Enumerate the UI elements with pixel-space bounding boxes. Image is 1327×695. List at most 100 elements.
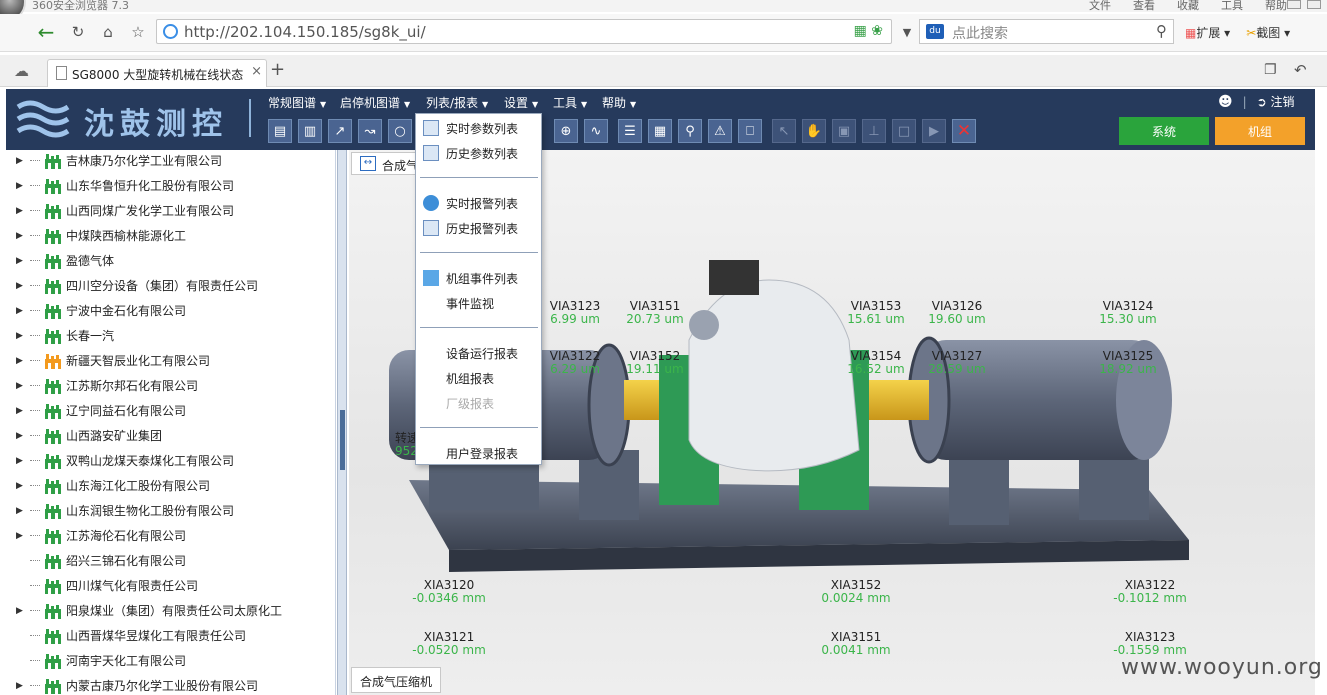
tree-item-company[interactable]: ▶ 江苏海伦石化有限公司 [16, 523, 186, 548]
cloud-icon[interactable]: ☁ [14, 62, 29, 80]
tree-item-company[interactable]: ▶ 四川空分设备（集团）有限责任公司 [16, 273, 258, 298]
tree-expand-icon[interactable]: ▶ [16, 456, 30, 466]
tree-item-company[interactable]: ▶ 山西同煤广发化学工业有限公司 [16, 198, 234, 223]
sensor-XIA3122[interactable]: XIA3122 -0.1012 mm [1113, 579, 1187, 605]
tree-item-company[interactable]: ▶ 辽宁同益石化有限公司 [16, 398, 186, 423]
menu-help[interactable]: 帮助 [1265, 0, 1287, 12]
menu-favorites[interactable]: 收藏 [1177, 0, 1199, 12]
tree-item-company[interactable]: ▶ 宁波中金石化有限公司 [16, 298, 186, 323]
tree-item-company[interactable]: ▶ 新疆天智辰业化工有限公司 [16, 348, 210, 373]
tree-expand-icon[interactable]: ▶ [16, 156, 30, 166]
tree-expand-icon[interactable]: ▶ [16, 381, 30, 391]
sensor-VIA3124[interactable]: VIA3124 15.30 um [1099, 300, 1156, 326]
sensor-VIA3152[interactable]: VIA3152 19.11 um [626, 350, 683, 376]
search-record-icon[interactable]: ⚲ [678, 119, 702, 143]
qr-leaf-icon[interactable]: ▦ ❀ [854, 23, 883, 39]
dd-login-report[interactable]: 用户登录报表 [446, 445, 518, 462]
tree-item-company[interactable]: ▶ 吉林康乃尔化学工业有限公司 [16, 150, 222, 173]
tree-item-company[interactable]: ▶ 阳泉煤业（集团）有限责任公司太原化工 [16, 598, 282, 623]
home-icon[interactable]: ⌂ [96, 20, 120, 44]
sensor-XIA3123[interactable]: XIA3123 -0.1559 mm [1113, 631, 1187, 657]
tree-expand-icon[interactable]: ▶ [16, 331, 30, 341]
refresh-icon[interactable]: ↻ [66, 20, 90, 44]
tree-item-company[interactable]: ▶ 中煤陕西榆林能源化工 [16, 223, 186, 248]
sensor-XIA3151[interactable]: XIA3151 0.0041 mm [821, 631, 890, 657]
hand-icon[interactable]: ✋ [802, 119, 826, 143]
screenshot-button[interactable]: ✂截图 ▾ [1246, 24, 1290, 41]
tree-expand-icon[interactable]: ▶ [16, 306, 30, 316]
menu-view[interactable]: 查看 [1133, 0, 1155, 12]
sensor-VIA3123[interactable]: VIA3123 6.99 um [550, 300, 601, 326]
menu-startstop-charts[interactable]: 启停机图谱 ▼ [340, 94, 410, 111]
tree-expand-icon[interactable]: ▶ [16, 256, 30, 266]
user-icon[interactable]: ☻ [1218, 94, 1233, 110]
new-tab-icon[interactable]: + [270, 59, 285, 80]
address-bar[interactable]: http://202.104.150.185/sg8k_ui/ ▦ ❀ [156, 19, 892, 44]
bottom-tab[interactable]: 合成气压缩机 [351, 667, 441, 693]
fit-icon[interactable]: □ [892, 119, 916, 143]
dd-history-params[interactable]: 历史参数列表 [446, 145, 518, 162]
tree-item-company[interactable]: 山西晋煤华昱煤化工有限责任公司 [16, 623, 246, 648]
menu-tools[interactable]: 工具 ▼ [553, 94, 587, 111]
sensor-VIA3125[interactable]: VIA3125 18.92 um [1099, 350, 1156, 376]
tab-list-icon[interactable]: ❐ [1264, 62, 1277, 78]
back-arrow-icon[interactable]: ← [34, 20, 58, 44]
sensor-XIA3152[interactable]: XIA3152 0.0024 mm [821, 579, 890, 605]
logout-button[interactable]: ➲ 注销 [1257, 93, 1295, 110]
sensor-VIA3154[interactable]: VIA3154 16.52 um [847, 350, 904, 376]
bar-chart-icon[interactable]: ▥ [298, 119, 322, 143]
menu-help[interactable]: 帮助 ▼ [602, 94, 636, 111]
minimize-button[interactable] [1287, 0, 1301, 9]
waveform-chart-icon[interactable]: ▤ [268, 119, 292, 143]
star-icon[interactable]: ☆ [126, 20, 150, 44]
tree-expand-icon[interactable]: ▶ [16, 606, 30, 616]
tree-item-company[interactable]: ▶ 山西潞安矿业集团 [16, 423, 162, 448]
dd-equipment-report[interactable]: 设备运行报表 [446, 345, 518, 362]
calendar-icon[interactable]: ▦ [648, 119, 672, 143]
orbit-chart-icon[interactable]: ○ [388, 119, 412, 143]
maximize-button[interactable] [1307, 0, 1321, 9]
tree-expand-icon[interactable]: ▶ [16, 431, 30, 441]
polar-chart-icon[interactable]: ⊕ [554, 119, 578, 143]
system-button[interactable]: 系统 [1119, 117, 1209, 145]
tree-expand-icon[interactable]: ▶ [16, 531, 30, 541]
sensor-VIA3126[interactable]: VIA3126 19.60 um [928, 300, 985, 326]
tree-expand-icon[interactable]: ▶ [16, 231, 30, 241]
dd-realtime-params[interactable]: 实时参数列表 [446, 120, 518, 137]
sidebar-splitter[interactable] [337, 150, 347, 695]
tree-item-company[interactable]: 绍兴三锦石化有限公司 [16, 548, 186, 573]
tree-expand-icon[interactable]: ▶ [16, 506, 30, 516]
splitter-handle[interactable] [340, 410, 345, 470]
tree-item-company[interactable]: ▶ 双鸭山龙煤天泰煤化工有限公司 [16, 448, 234, 473]
trend-chart-2-icon[interactable]: ↝ [358, 119, 382, 143]
tree-expand-icon[interactable]: ▶ [16, 406, 30, 416]
play-icon[interactable]: ▶ [922, 119, 946, 143]
tree-expand-icon[interactable]: ▶ [16, 481, 30, 491]
pointer-icon[interactable]: ↖ [772, 119, 796, 143]
menu-file[interactable]: 文件 [1089, 0, 1111, 12]
sensor-VIA3122[interactable]: VIA3122 6.29 um [550, 350, 601, 376]
tree-item-company[interactable]: ▶ 盈德气体 [16, 248, 114, 273]
tree-expand-icon[interactable]: ▶ [16, 681, 30, 691]
spectrum-chart-icon[interactable]: ∿ [584, 119, 608, 143]
tree-item-company[interactable]: 河南宇天化工有限公司 [16, 648, 186, 673]
report-icon[interactable]: ☰ [618, 119, 642, 143]
dd-unit-report[interactable]: 机组报表 [446, 370, 494, 387]
close-tab-icon[interactable]: × [251, 64, 262, 79]
dd-realtime-alarms[interactable]: 实时报警列表 [446, 195, 518, 212]
browser-tab[interactable]: SG8000 大型旋转机械在线状态 × [47, 59, 267, 87]
dd-history-alarms[interactable]: 历史报警列表 [446, 220, 518, 237]
cursor-line-icon[interactable]: ⊥ [862, 119, 886, 143]
address-dropdown-icon[interactable]: ▼ [895, 20, 919, 44]
tree-item-company[interactable]: ▶ 江苏斯尔邦石化有限公司 [16, 373, 198, 398]
tree-item-company[interactable]: ▶ 山东润银生物化工股份有限公司 [16, 498, 234, 523]
tree-item-company[interactable]: ▶ 山东海江化工股份有限公司 [16, 473, 210, 498]
alarm-doc-icon[interactable]: ⚠ [708, 119, 732, 143]
tree-item-company[interactable]: ▶ 内蒙古康乃尔化学工业股份有限公司 [16, 673, 258, 695]
tree-expand-icon[interactable]: ▶ [16, 356, 30, 366]
menu-regular-charts[interactable]: 常规图谱 ▼ [268, 94, 326, 111]
unit-button[interactable]: 机组 [1215, 117, 1305, 145]
tree-item-company[interactable]: ▶ 山东华鲁恒升化工股份有限公司 [16, 173, 234, 198]
dd-unit-events[interactable]: 机组事件列表 [446, 270, 518, 287]
tree-item-company[interactable]: 四川煤气化有限责任公司 [16, 573, 198, 598]
